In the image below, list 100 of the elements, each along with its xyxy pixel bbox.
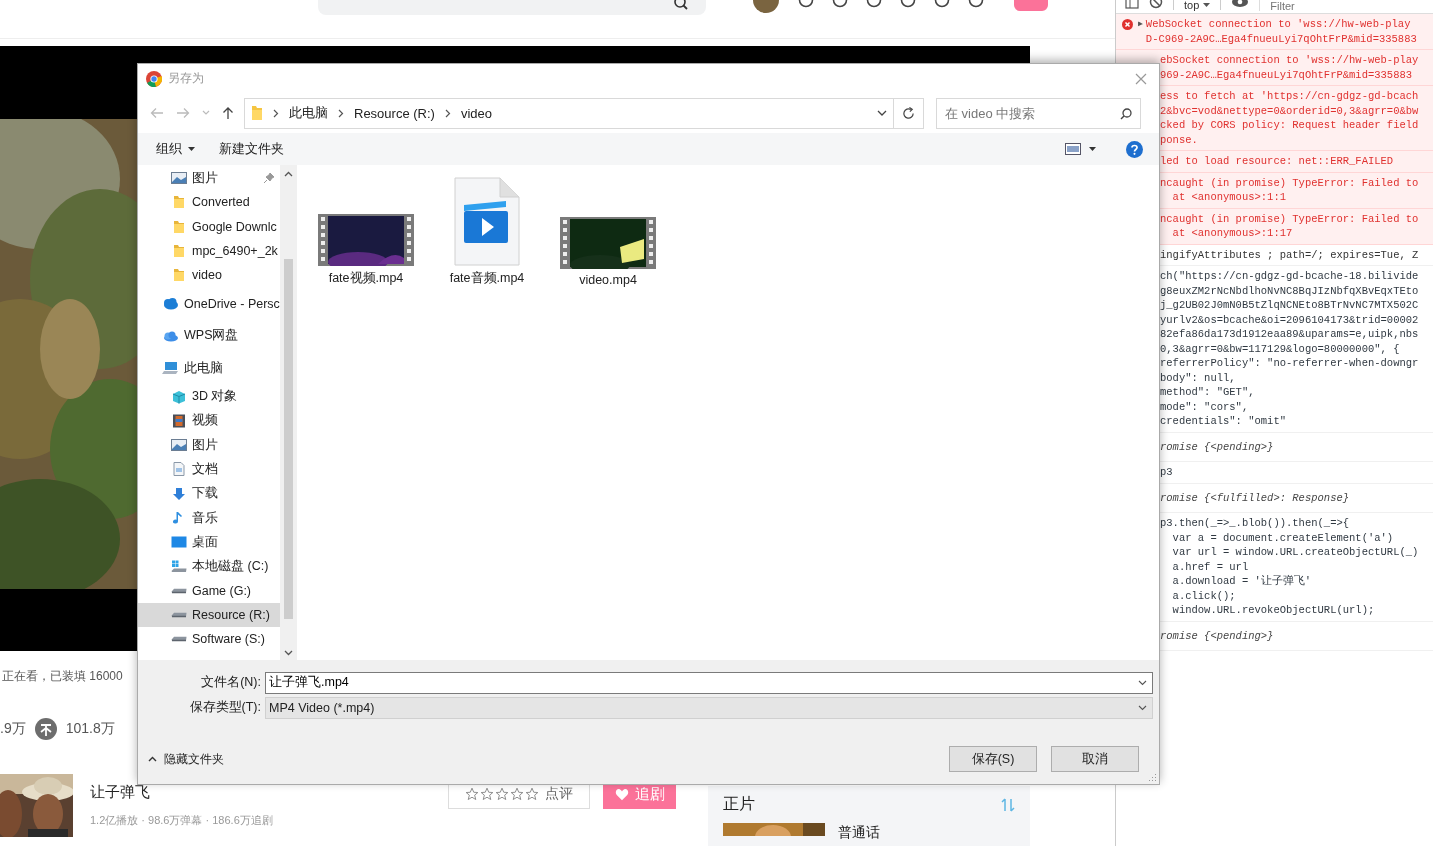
console-line: j_g2UB02J0mN0B5tZlqNCNEto8BTrNvNC7MTX502C [1160, 298, 1419, 313]
nav-item[interactable]: 本地磁盘 (C:) [138, 554, 280, 579]
filename-field[interactable]: 让子弹飞.mp4 [265, 671, 1153, 694]
context-select[interactable]: top [1184, 0, 1211, 10]
hide-folders-toggle[interactable]: 隐藏文件夹 [148, 750, 224, 768]
nav-icon[interactable] [934, 0, 950, 8]
help-icon[interactable] [1126, 140, 1143, 158]
console-line: ponse. [1160, 132, 1199, 147]
drive-icon [171, 559, 187, 574]
save-button[interactable]: 保存(S) [949, 746, 1037, 772]
expand-toggle[interactable]: ▶ [1138, 19, 1143, 28]
console-line: cked by CORS policy: Request header field [1160, 118, 1419, 133]
nav-item[interactable]: 图片 [138, 432, 280, 458]
search-icon[interactable] [674, 0, 688, 10]
console-line: yurlv2&os=bcache&oi=2096104173&trid=00002 [1160, 312, 1419, 327]
episode-title[interactable]: 普通话 [838, 824, 880, 842]
console-line: WebSocket connection to 'wss://hw-web-play [1145, 17, 1412, 32]
show-stats: 1.2亿播放 · 98.6万弹幕 · 186.6万追剧 [90, 813, 274, 828]
folder-icon [171, 244, 187, 259]
nav-item[interactable]: 下载 [138, 481, 280, 506]
upload-button[interactable] [1014, 0, 1048, 11]
console-line: led to load resource: net::ERR_FAILED [1160, 154, 1394, 169]
nav-item[interactable]: video [138, 263, 280, 288]
nav-icon[interactable] [866, 0, 882, 8]
cube-icon [171, 389, 187, 404]
nav-item[interactable]: Software (S:) [138, 627, 280, 652]
view-icon[interactable] [1065, 143, 1081, 155]
file-item[interactable]: video.mp4 [548, 217, 668, 289]
nav-item[interactable]: WPS网盘 [138, 319, 280, 353]
chevron-up-icon [148, 756, 157, 762]
chevron-down-icon[interactable] [877, 110, 887, 116]
refresh-button[interactable] [894, 97, 924, 129]
console-line: romise {<fulfilled>: Response} [1160, 490, 1350, 505]
nav-icon[interactable] [900, 0, 916, 8]
chevron-down-icon[interactable] [283, 650, 293, 656]
nav-icon[interactable] [798, 0, 814, 8]
chevron-down-icon[interactable] [1138, 679, 1147, 686]
breadcrumb[interactable]: Resource (R:) [354, 105, 435, 121]
nav-item[interactable]: mpc_6490+_2k [138, 238, 280, 264]
nav-item[interactable]: 此电脑 [138, 352, 280, 385]
chevron-right-icon[interactable] [338, 108, 344, 118]
chevron-up-icon[interactable] [283, 171, 293, 177]
nav-item[interactable]: 桌面 [138, 530, 280, 555]
search-field[interactable]: 在 video 中搜索 [936, 97, 1141, 129]
console-line: romise {<pending>} [1160, 628, 1274, 643]
console-line: window.URL.revokeObjectURL(url); [1171, 603, 1376, 618]
console-line: 2&bvc=vod&nettype=0&orderid=0,3&agrr=0&bw [1160, 103, 1419, 118]
scrollbar-thumb[interactable] [283, 259, 293, 619]
scrollbar[interactable] [280, 165, 296, 660]
download-icon [171, 486, 187, 501]
close-icon[interactable] [1135, 72, 1147, 85]
address-bar[interactable]: 此电脑 Resource (R:) video [244, 97, 894, 129]
folder-icon [171, 268, 187, 283]
chevron-right-icon[interactable] [444, 108, 451, 118]
console-line: ncaught (in promise) TypeError: Failed to [1160, 175, 1419, 190]
sidebar-icon[interactable] [1125, 0, 1139, 10]
file-type-select[interactable]: MP4 Video (*.mp4) [265, 696, 1153, 719]
chevron-down-icon [1138, 704, 1147, 711]
cancel-button[interactable]: 取消 [1051, 746, 1139, 772]
organize-menu[interactable]: 组织 [148, 137, 203, 161]
nav-item[interactable]: Resource (R:) [138, 603, 280, 628]
nav-icon[interactable] [832, 0, 848, 8]
console-line: credentials": "omit" [1160, 414, 1288, 429]
avatar[interactable] [752, 0, 780, 14]
up-arrow-icon[interactable] [222, 106, 234, 120]
search-icon[interactable] [1120, 107, 1132, 120]
pin-icon[interactable] [264, 173, 274, 184]
refresh-icon [902, 106, 915, 120]
breadcrumb[interactable]: 此电脑 [289, 104, 328, 122]
eye-icon[interactable] [1231, 0, 1250, 10]
chevron-right-icon[interactable] [273, 108, 279, 118]
console-line: 82efa86da173d1912eaa89&uparams=e,uipk,nbs [1160, 327, 1419, 342]
resize-grip-icon[interactable] [1148, 773, 1157, 782]
console-line: at <anonymous>:1:17 [1171, 226, 1294, 241]
clear-icon[interactable] [1149, 0, 1163, 10]
console-line: at <anonymous>:1:1 [1171, 190, 1288, 205]
nav-item[interactable]: 3D 对象 [138, 384, 280, 409]
heart-icon [614, 787, 629, 801]
console-line: g8euxZM2rNcNbdlhoNvNC8BqJIzNbfqXBvEqxTEto [1160, 283, 1419, 298]
nav-item[interactable]: OneDrive - Persc [138, 287, 280, 320]
file-item[interactable]: fate视频.mp4 [306, 214, 426, 289]
nav-item[interactable]: Game (G:) [138, 578, 280, 604]
nav-item[interactable]: 图片 [138, 166, 280, 191]
nav-icon[interactable] [968, 0, 984, 8]
breadcrumb[interactable]: video [460, 105, 492, 121]
search-field[interactable] [318, 0, 706, 15]
nav-item[interactable]: 文档 [138, 457, 280, 482]
console-line: referrerPolicy": "no-referrer-when-downgr [1160, 356, 1419, 371]
nav-item[interactable]: 视频 [138, 408, 280, 433]
nav-item[interactable]: Google Downlc [138, 214, 280, 239]
file-item[interactable]: fate音频.mp4 [427, 177, 547, 289]
nav-item[interactable]: Converted [138, 190, 280, 215]
new-folder-button[interactable]: 新建文件夹 [211, 137, 292, 161]
caret-icon [1203, 2, 1211, 8]
console-line: D-C969-2A9C…Ega4fnueuLyi7qOhtFrP&mid=335883 [1145, 31, 1417, 46]
show-title: 让子弹飞 [90, 783, 151, 800]
coin-icon[interactable] [33, 717, 58, 741]
caret-icon[interactable] [1089, 147, 1096, 151]
drive-icon [171, 612, 187, 619]
nav-item[interactable]: 音乐 [138, 505, 280, 531]
